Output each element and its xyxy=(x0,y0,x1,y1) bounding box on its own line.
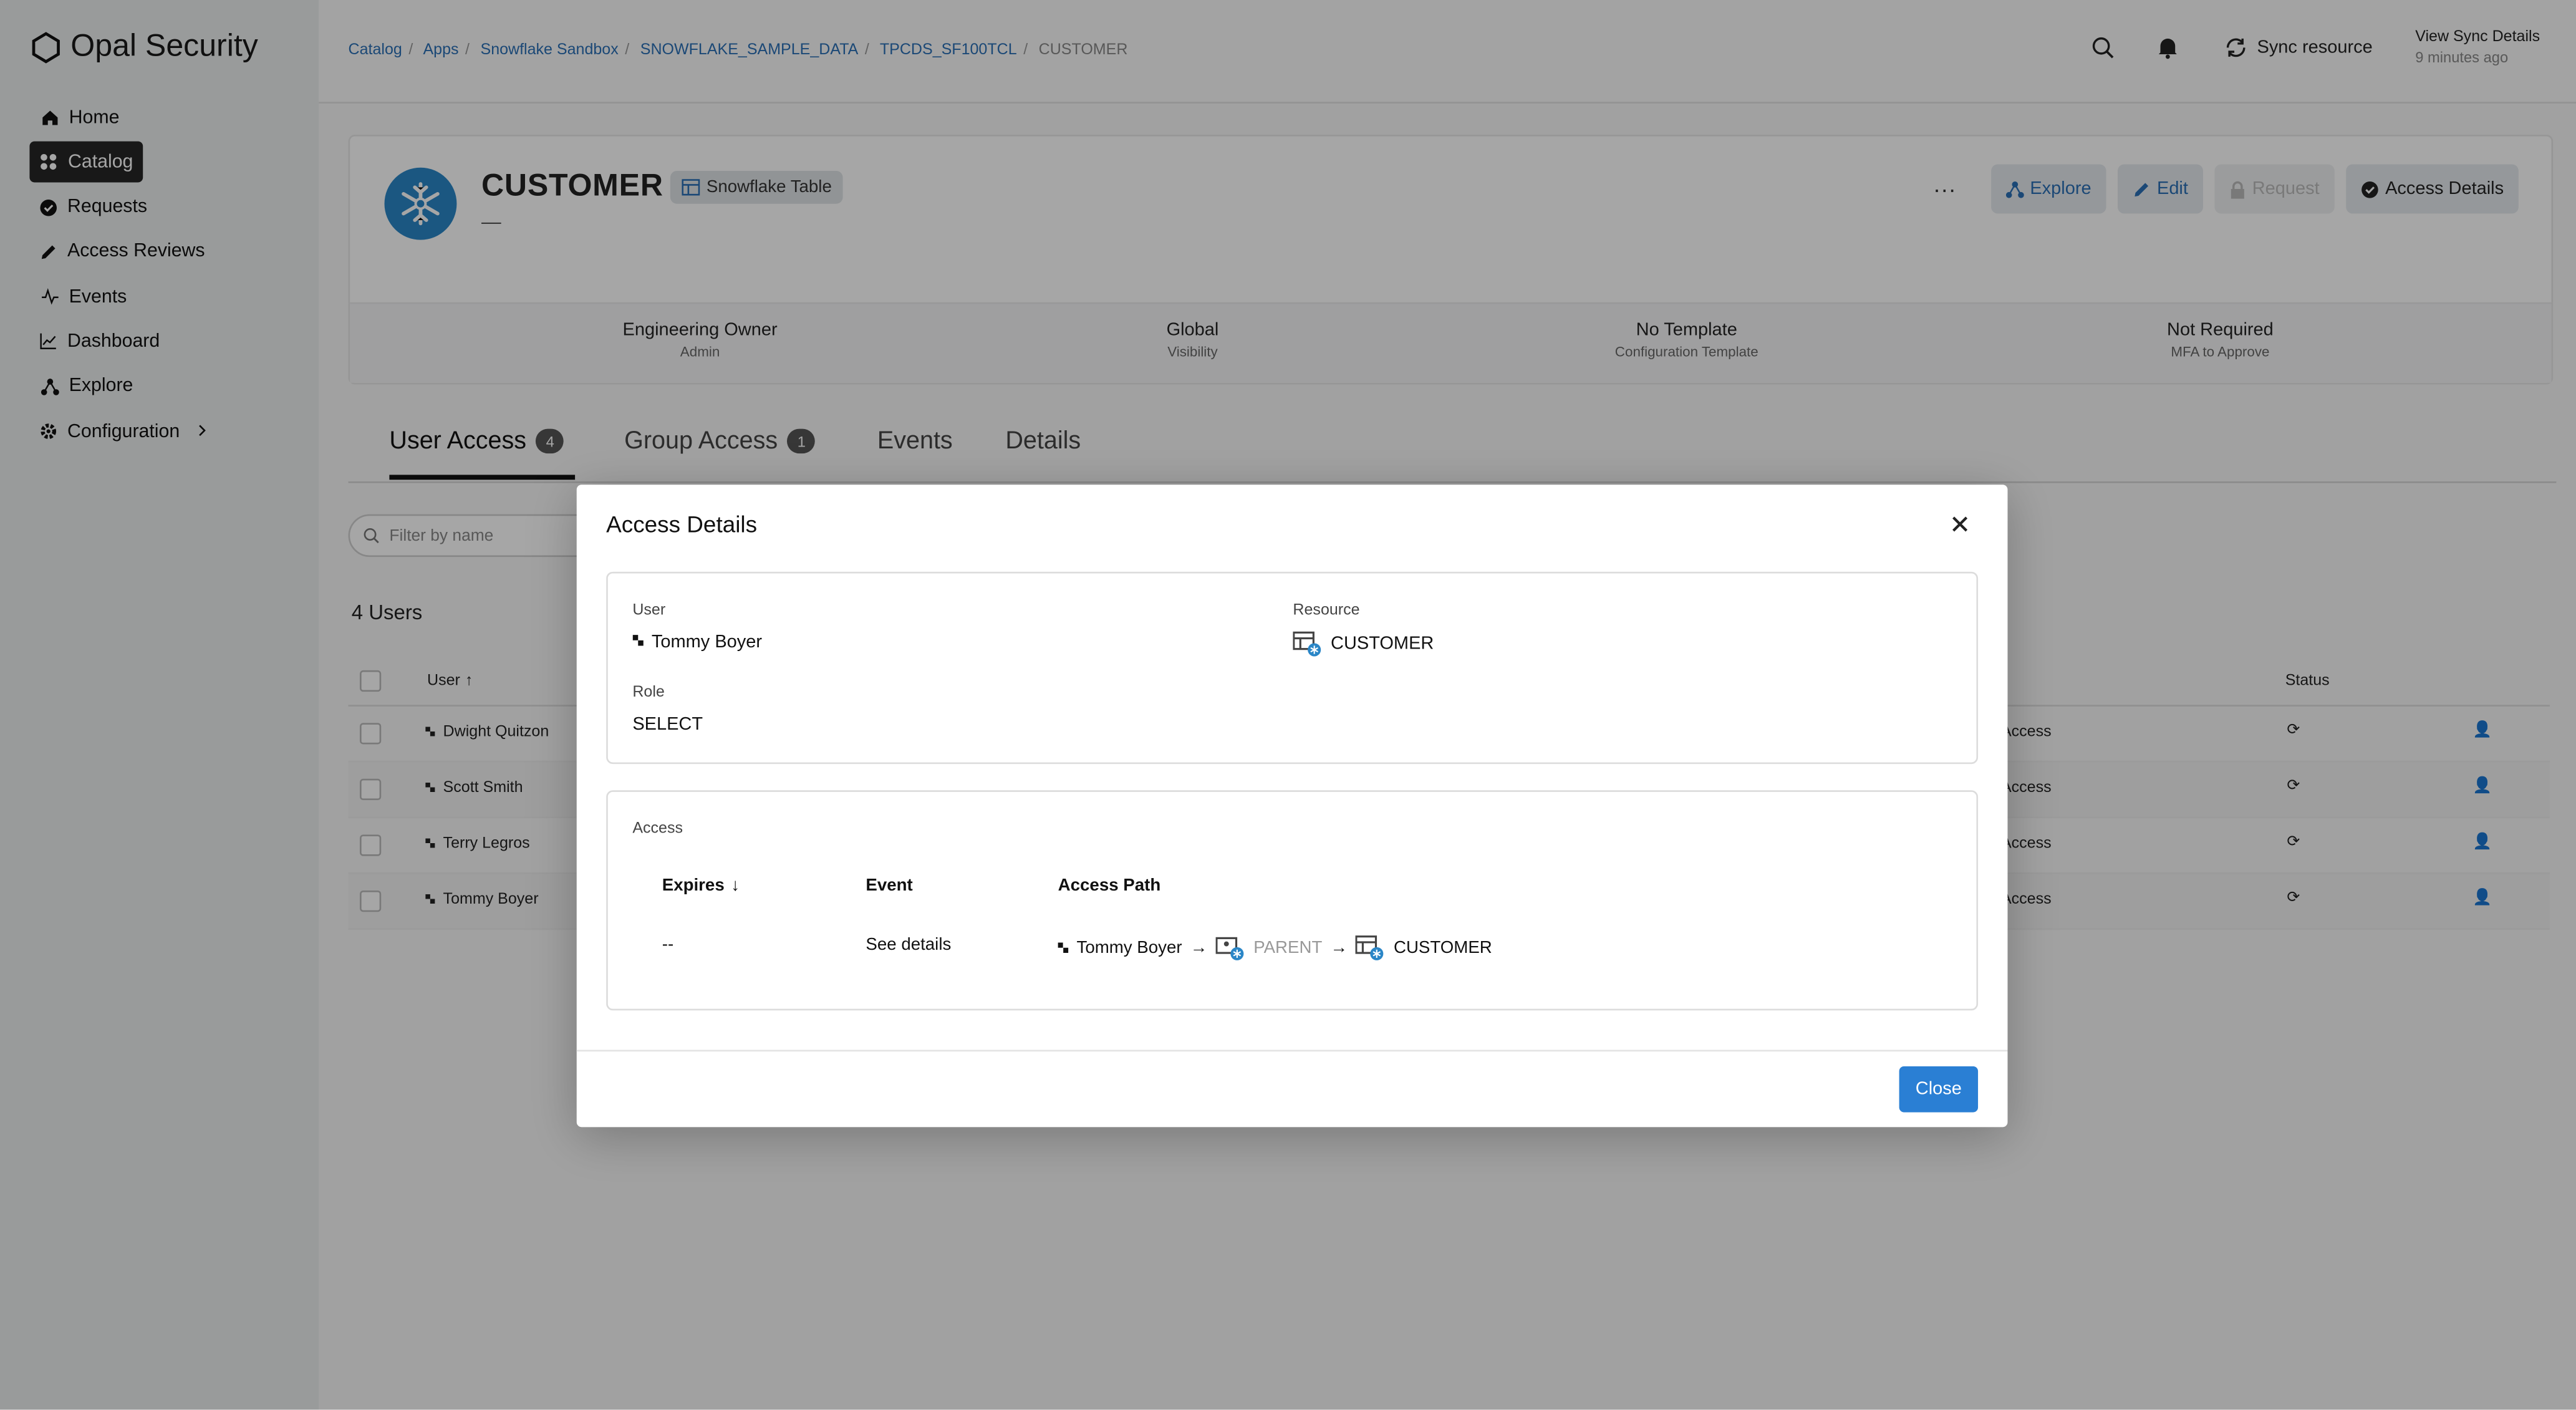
sort-down-icon: ↓ xyxy=(731,876,740,896)
snowflake-table-icon xyxy=(1293,631,1321,657)
user-name: Tommy Boyer xyxy=(651,632,763,652)
close-icon xyxy=(1952,516,1968,532)
arrow-right-icon: → xyxy=(1330,938,1348,958)
close-button[interactable]: Close xyxy=(1899,1066,1979,1113)
resource-label: Resource xyxy=(1293,601,1360,620)
path-resource[interactable]: CUSTOMER xyxy=(1394,938,1492,958)
access-path: 🙿 Tommy Boyer → PARENT → CUSTOMER xyxy=(1058,935,1492,961)
role-label: Role xyxy=(632,683,665,702)
snowflake-table-icon xyxy=(1356,935,1384,960)
user-avatar-icon: 🙿 xyxy=(1058,937,1069,957)
access-path-column-header: Access Path xyxy=(1058,876,1161,896)
role-icon xyxy=(1215,937,1244,960)
role-value: SELECT xyxy=(632,715,703,735)
user-avatar-icon: 🙿 xyxy=(632,630,644,651)
event-column-header: Event xyxy=(866,876,913,896)
modal-title: Access Details xyxy=(606,511,758,538)
modal-footer: Close xyxy=(576,1050,2008,1128)
close-modal-button[interactable] xyxy=(1949,513,1972,536)
path-role[interactable]: PARENT xyxy=(1253,938,1322,958)
resource-name: CUSTOMER xyxy=(1331,634,1434,654)
user-value: 🙿 Tommy Boyer xyxy=(632,631,762,652)
resource-value: CUSTOMER xyxy=(1293,631,1434,657)
arrow-right-icon: → xyxy=(1190,938,1208,958)
expires-column-header[interactable]: Expires ↓ xyxy=(662,876,740,896)
access-path-card: Access Expires ↓ Event Access Path -- Se… xyxy=(606,790,1979,1011)
see-details-link[interactable]: See details xyxy=(866,935,951,955)
access-summary-card: User 🙿 Tommy Boyer Resource CUSTOMER Rol… xyxy=(606,571,1979,765)
column-label: Expires xyxy=(662,876,725,896)
path-user[interactable]: Tommy Boyer xyxy=(1076,938,1182,958)
expires-value: -- xyxy=(662,935,674,955)
access-details-modal: Access Details User 🙿 Tommy Boyer Resour… xyxy=(576,485,2008,1128)
user-label: User xyxy=(632,601,666,620)
access-label: Access xyxy=(632,819,683,838)
